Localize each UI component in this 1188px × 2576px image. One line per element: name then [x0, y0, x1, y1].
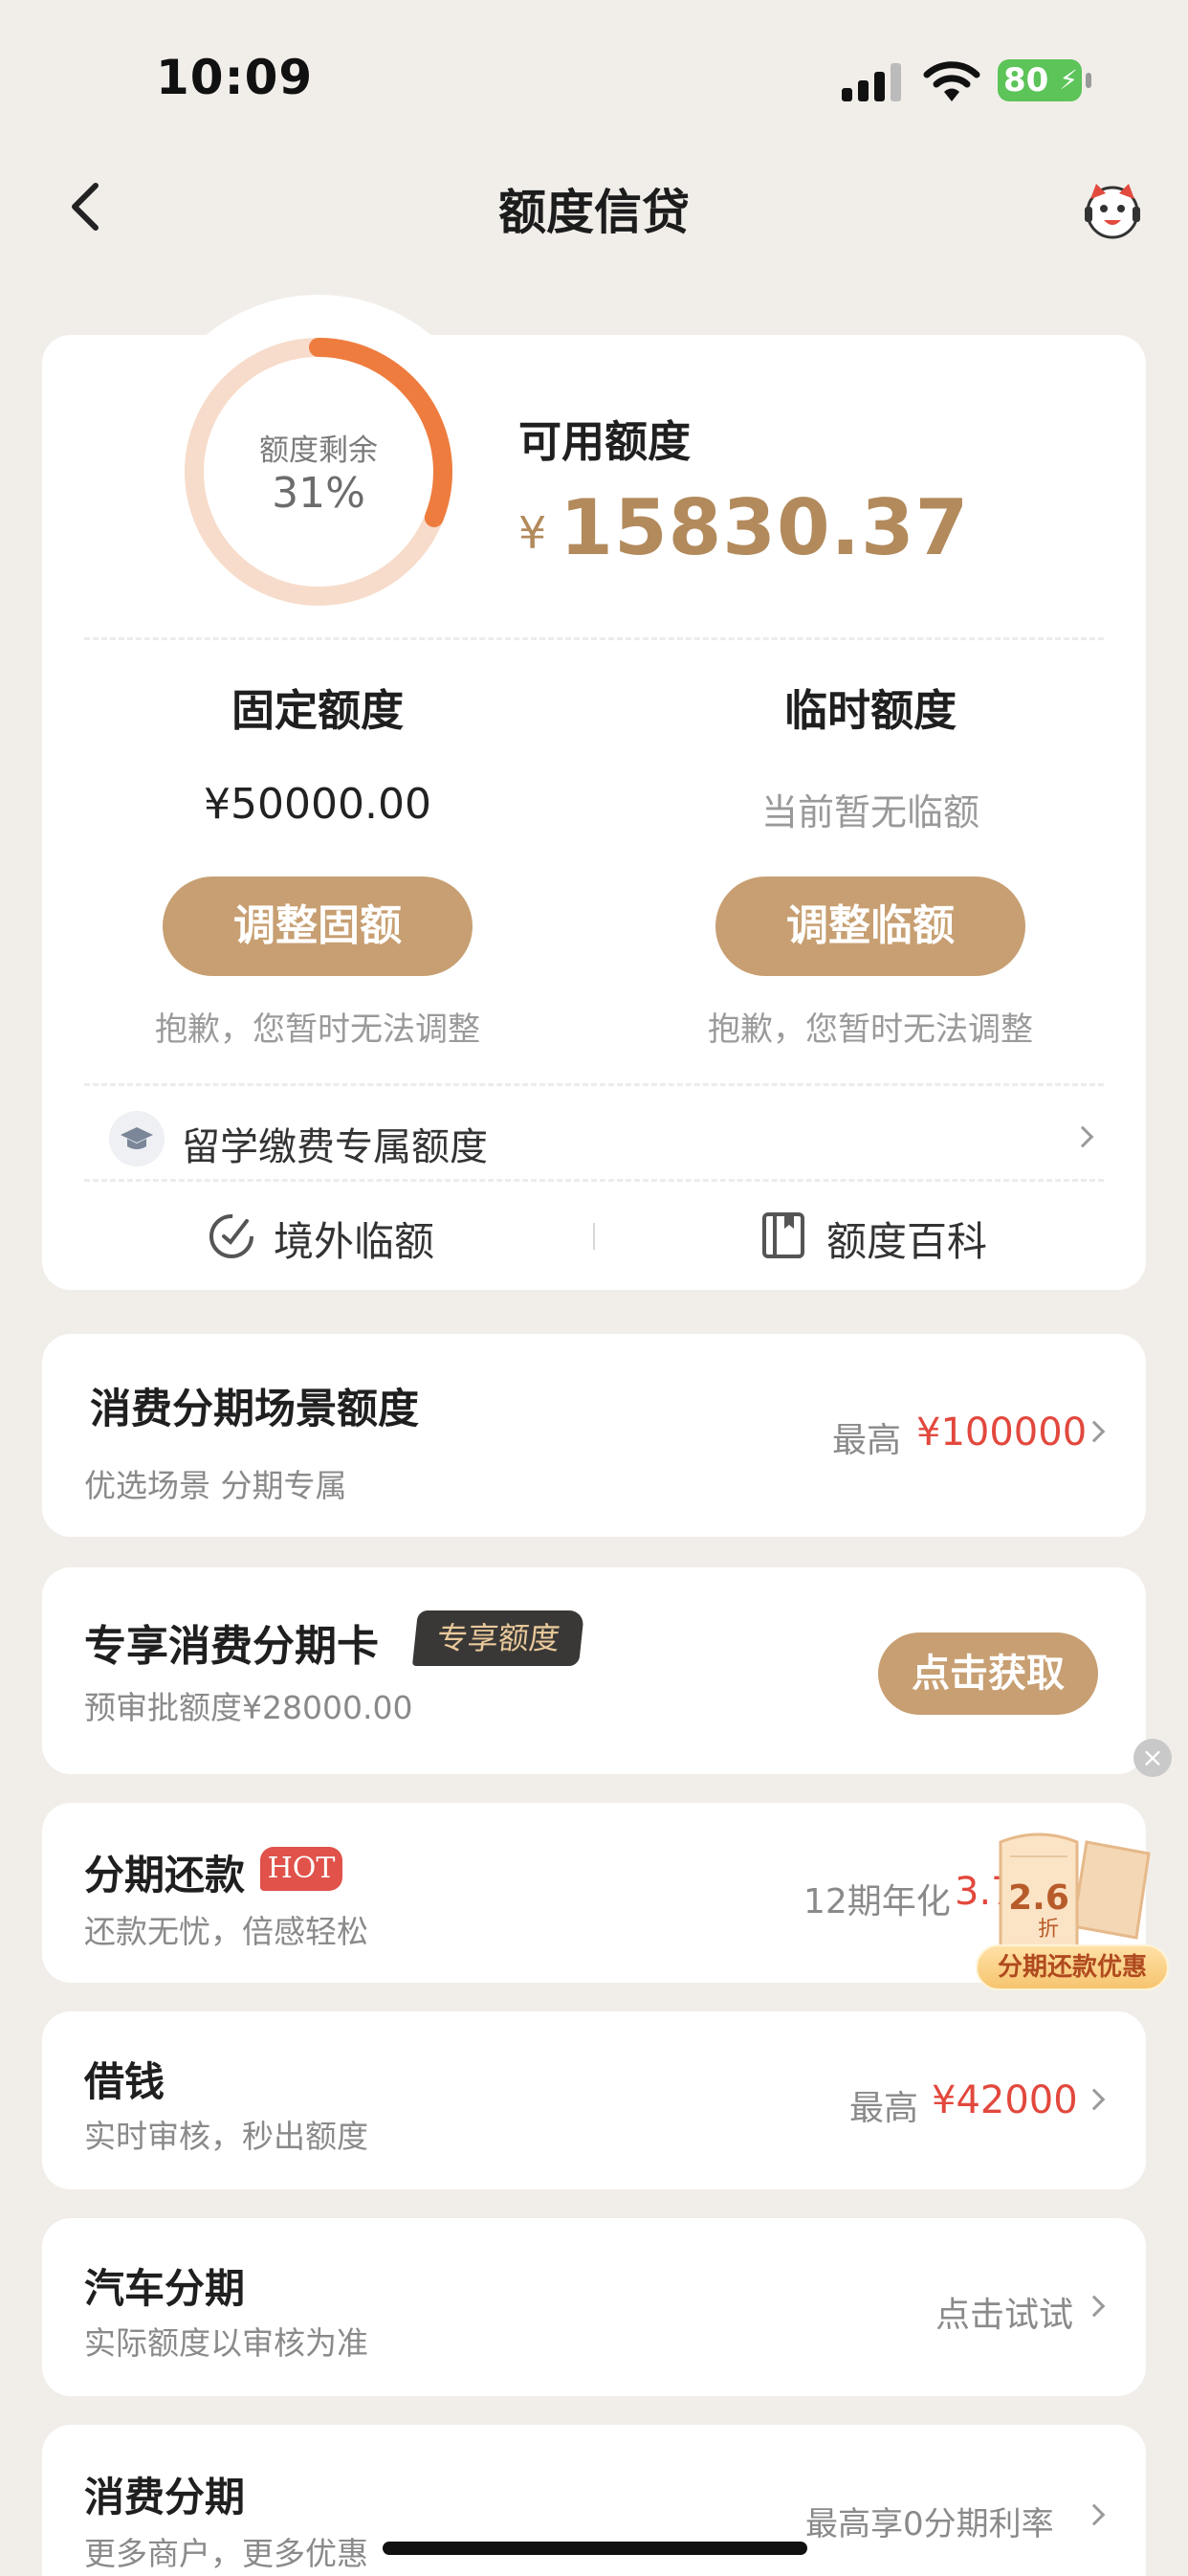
car-action: 点击试试	[935, 2296, 1074, 2335]
scene-credit-prefix: 最高	[832, 1421, 902, 1460]
battery-level: 80	[1003, 61, 1049, 100]
available-credit-label: 可用额度	[518, 416, 692, 467]
book-icon	[762, 1212, 804, 1258]
close-promo-icon[interactable]: ×	[1133, 1739, 1172, 1777]
scene-credit-sub: 优选场景 分期专属	[84, 1467, 347, 1504]
divider	[84, 1083, 1104, 1086]
exclusive-credit-badge: 专享额度	[411, 1610, 585, 1666]
overseas-temp-label: 境外临额	[274, 1218, 435, 1265]
edu-credit-label: 留学缴费专属额度	[182, 1125, 488, 1169]
divider	[84, 1179, 1104, 1182]
service-mascot-icon[interactable]	[1081, 178, 1144, 241]
consume-rate: 最高享0分期利率	[805, 2505, 1054, 2543]
adjust-temp-button[interactable]: 调整临额	[715, 877, 1025, 976]
temp-credit-value: 当前暂无临额	[760, 791, 979, 833]
car-installment-card[interactable]: 汽车分期 实际额度以审核为准 点击试试	[42, 2218, 1146, 2396]
ring-label: 额度剩余	[259, 433, 378, 468]
card-offer-title: 专享消费分期卡	[84, 1622, 379, 1671]
promo-unit: 折	[1038, 1918, 1059, 1942]
status-time: 10:09	[156, 50, 314, 105]
scene-credit-max: ¥100000	[916, 1410, 1088, 1455]
available-credit-value: 15830.37	[560, 483, 970, 572]
fixed-credit-value: ¥50000.00	[204, 780, 431, 829]
scene-credit-title: 消费分期场景额度	[90, 1386, 419, 1433]
nav-bar: 额度信贷	[0, 153, 1188, 258]
installment-sub: 还款无忧，倍感轻松	[84, 1913, 368, 1950]
cellular-signal-icon	[842, 63, 901, 101]
promo-discount: 2.6	[1008, 1878, 1069, 1918]
borrow-prefix: 最高	[849, 2089, 919, 2128]
home-indicator	[383, 2542, 807, 2555]
installment-title: 分期还款	[84, 1852, 246, 1899]
chevron-right-icon	[1083, 2503, 1106, 2526]
divider	[593, 1223, 595, 1250]
borrow-title: 借钱	[84, 2058, 165, 2105]
available-credit-amount: ¥15830.37	[518, 483, 969, 572]
hot-badge: HOT	[260, 1847, 342, 1891]
consume-sub: 更多商户，更多优惠	[84, 2535, 368, 2572]
page-title: 额度信贷	[498, 185, 690, 240]
card-offer-sub: 预审批额度¥28000.00	[84, 1689, 413, 1726]
ring-percentage: 31%	[272, 469, 365, 518]
get-card-button[interactable]: 点击获取	[878, 1632, 1098, 1715]
graduation-cap-icon	[109, 1111, 165, 1166]
installment-rate-prefix: 12期年化	[803, 1882, 951, 1921]
chevron-right-icon	[1083, 2088, 1106, 2111]
scene-credit-card[interactable]: 消费分期场景额度 优选场景 分期专属 最高 ¥100000	[42, 1334, 1146, 1537]
temp-credit-note: 抱歉，您暂时无法调整	[708, 1010, 1033, 1049]
promo-label[interactable]: 分期还款优惠	[976, 1944, 1169, 1990]
credit-wiki-label: 额度百科	[826, 1218, 988, 1265]
fixed-credit-note: 抱歉，您暂时无法调整	[155, 1010, 480, 1049]
chevron-right-icon	[1083, 2295, 1106, 2318]
divider	[84, 637, 1104, 640]
borrow-max: ¥42000	[932, 2078, 1078, 2122]
fixed-credit-title: 固定额度	[231, 685, 404, 736]
borrow-sub: 实时审核，秒出额度	[84, 2118, 368, 2155]
car-title: 汽车分期	[84, 2265, 246, 2312]
temp-credit-title: 临时额度	[783, 685, 957, 736]
adjust-fixed-button[interactable]: 调整固额	[163, 877, 473, 976]
consume-title: 消费分期	[84, 2474, 246, 2520]
borrow-card[interactable]: 借钱 实时审核，秒出额度 最高 ¥42000	[42, 2011, 1146, 2189]
currency-symbol: ¥	[518, 507, 547, 559]
car-sub: 实际额度以审核为准	[84, 2324, 368, 2362]
status-bar: 10:09 80 ⚡	[0, 0, 1188, 153]
wifi-icon	[923, 61, 980, 101]
overseas-plane-icon	[209, 1214, 253, 1258]
battery-icon: 80 ⚡	[998, 59, 1091, 101]
